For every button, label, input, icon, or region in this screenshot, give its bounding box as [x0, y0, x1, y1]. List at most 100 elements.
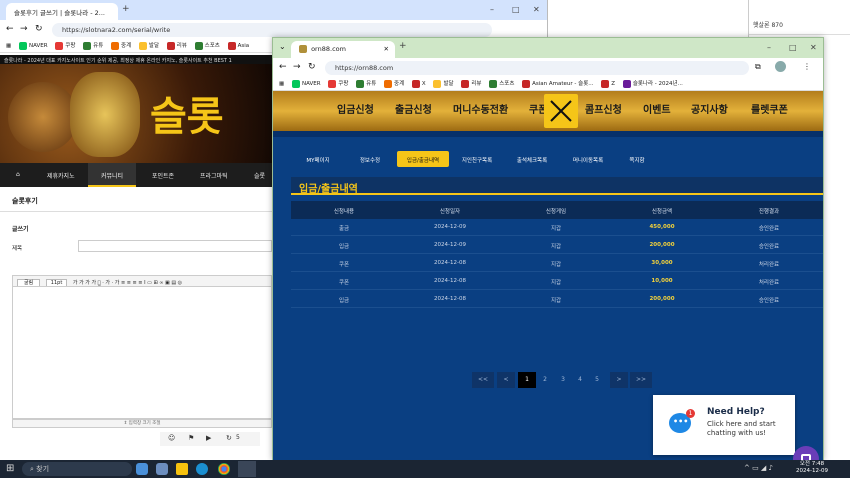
- bookmark-label: 쿠팡: [338, 81, 349, 87]
- bookmark[interactable]: Z: [601, 78, 615, 90]
- close-icon[interactable]: ✕: [810, 43, 817, 52]
- nav-withdraw[interactable]: 출금신청: [395, 101, 432, 116]
- editor-resize[interactable]: ⇕ 입력창 크기 조절: [12, 419, 272, 428]
- new-tab-icon[interactable]: +: [399, 41, 407, 51]
- forward-icon[interactable]: →: [293, 62, 301, 72]
- nav-item-active[interactable]: 커뮤니티: [88, 163, 136, 187]
- apps-icon[interactable]: ▦: [279, 78, 284, 90]
- banner-character-1: [8, 82, 78, 152]
- bookmark[interactable]: Asia: [227, 40, 249, 52]
- apps-icon[interactable]: ▦: [6, 40, 11, 52]
- page-button[interactable]: 3: [554, 372, 572, 388]
- bookmark[interactable]: 스포츠: [194, 40, 220, 52]
- page-button[interactable]: 4: [571, 372, 589, 388]
- subtab-profile[interactable]: 정보수정: [345, 151, 395, 167]
- video-icon[interactable]: ▶: [206, 434, 211, 442]
- tab-search-icon[interactable]: ⌄: [279, 42, 286, 51]
- page-last-button[interactable]: >>: [630, 372, 652, 388]
- bookmark[interactable]: 유튜: [356, 78, 376, 90]
- tab-orn88[interactable]: orn88.com ✕: [291, 41, 395, 58]
- bookmark[interactable]: 중계: [384, 78, 404, 90]
- editor-area[interactable]: [12, 287, 272, 419]
- back-icon[interactable]: ←: [6, 24, 14, 34]
- nav-deposit[interactable]: 입금신청: [337, 101, 374, 116]
- nav-notice[interactable]: 공지사항: [691, 101, 728, 116]
- file-explorer-icon[interactable]: [176, 463, 188, 475]
- font-select[interactable]: 굴림: [17, 279, 41, 286]
- maximize-icon[interactable]: □: [789, 43, 797, 52]
- page-prev-button[interactable]: <: [497, 372, 515, 388]
- bookmark[interactable]: 중계: [111, 40, 131, 52]
- nav-item[interactable]: 제휴카지노: [47, 171, 75, 180]
- close-icon[interactable]: ✕: [533, 5, 540, 14]
- bookmark[interactable]: 유튜: [83, 40, 103, 52]
- taskbar-search[interactable]: ⌕ 찾기: [22, 462, 132, 476]
- subtab-money-move[interactable]: 머니이동목록: [561, 151, 615, 167]
- extensions-icon[interactable]: ⧉: [755, 62, 761, 72]
- chrome-icon[interactable]: [218, 463, 230, 475]
- nav-money-convert[interactable]: 머니수동전환: [453, 101, 508, 116]
- home-icon[interactable]: ⌂: [16, 171, 20, 178]
- nav-roulette[interactable]: 룰렛쿠폰: [751, 101, 788, 116]
- nav-item[interactable]: 슬롯: [254, 171, 265, 180]
- bookmark[interactable]: Asian Amateur - 슬롯...: [522, 78, 594, 90]
- bookmark[interactable]: NAVER: [18, 40, 48, 52]
- minimize-icon[interactable]: –: [767, 43, 771, 52]
- nav-comp[interactable]: 콤프신청: [585, 101, 622, 116]
- refresh-icon[interactable]: ↻: [226, 434, 232, 442]
- subject-input[interactable]: [78, 240, 272, 252]
- taskview-icon[interactable]: [136, 463, 148, 475]
- help-widget[interactable]: ••• 1 Need Help? Click here and start ch…: [653, 395, 795, 455]
- cell-status: 승인완료: [758, 298, 780, 304]
- reload-icon[interactable]: ↻: [308, 62, 316, 72]
- subtab-attendance[interactable]: 출석체크목록: [505, 151, 559, 167]
- subtab-messages[interactable]: 쪽지함: [617, 151, 657, 167]
- bookmark[interactable]: 슬롯나라 - 2024년...: [622, 78, 683, 90]
- page-next-button[interactable]: >: [610, 372, 628, 388]
- clock[interactable]: 오전 7:48 2024-12-09: [796, 461, 828, 475]
- page-button[interactable]: 2: [536, 372, 554, 388]
- emoji-icon[interactable]: ☺: [168, 434, 175, 442]
- nav-item[interactable]: 프라그마틱: [200, 171, 228, 180]
- bookmark[interactable]: X: [411, 78, 426, 90]
- url-bar[interactable]: https://orn88.com: [325, 61, 749, 75]
- page-first-button[interactable]: <<: [472, 372, 494, 388]
- forward-icon[interactable]: →: [20, 24, 28, 34]
- flag-icon[interactable]: ⚑: [188, 434, 194, 442]
- subtab-mypage[interactable]: MY페이지: [293, 151, 343, 167]
- url-bar[interactable]: https://slotnara2.com/serial/write: [52, 23, 492, 37]
- tab-slotnara[interactable]: 슬롯후기 글쓰기 | 슬롯나라 - 2...: [6, 3, 118, 20]
- minimize-icon[interactable]: –: [490, 5, 494, 14]
- tray-icons[interactable]: ^ ▭ ◢ ♪: [744, 464, 773, 472]
- page-button[interactable]: 5: [588, 372, 606, 388]
- clock-date: 2024-12-09: [796, 468, 828, 474]
- profile-avatar[interactable]: [775, 61, 786, 72]
- start-icon[interactable]: ⊞: [6, 463, 14, 474]
- chrome-active-icon[interactable]: [238, 461, 256, 477]
- nav-event[interactable]: 이벤트: [643, 101, 671, 116]
- edge-icon[interactable]: [196, 463, 208, 475]
- format-icons[interactable]: 가 가 가 가 가̲ · 가 · 가 ≡ ≡ ≡ ≡ Ι ▭ ⊞ ∞ ▣ ▤ ◎: [73, 280, 182, 286]
- size-select[interactable]: 11pt: [45, 279, 68, 286]
- app-icon[interactable]: [156, 463, 168, 475]
- subtab-transactions[interactable]: 입금/출금내역: [397, 151, 449, 167]
- menu-icon[interactable]: ⋮: [803, 62, 811, 71]
- new-tab-icon[interactable]: +: [122, 4, 130, 14]
- page-button-active[interactable]: 1: [518, 372, 536, 388]
- bookmark[interactable]: 쿠팡: [328, 78, 349, 90]
- back-icon[interactable]: ←: [279, 62, 287, 72]
- bookmark[interactable]: 발달: [138, 40, 159, 52]
- bookmark-icon: [83, 41, 92, 50]
- reload-icon[interactable]: ↻: [35, 24, 43, 34]
- bookmark[interactable]: 발달: [433, 78, 454, 90]
- nav-item[interactable]: 포인트존: [152, 171, 174, 180]
- bookmark[interactable]: 리뷰: [166, 40, 187, 52]
- bookmark[interactable]: 쿠팡: [55, 40, 75, 52]
- tab-close-icon[interactable]: ✕: [384, 45, 389, 53]
- bookmark[interactable]: 스포츠: [489, 78, 514, 90]
- maximize-icon[interactable]: □: [512, 5, 520, 14]
- subtab-friends[interactable]: 지인친구목록: [451, 151, 503, 167]
- bookmark[interactable]: NAVER: [291, 78, 321, 90]
- bookmark[interactable]: 리뷰: [461, 78, 481, 90]
- close-popup-button[interactable]: [544, 94, 578, 128]
